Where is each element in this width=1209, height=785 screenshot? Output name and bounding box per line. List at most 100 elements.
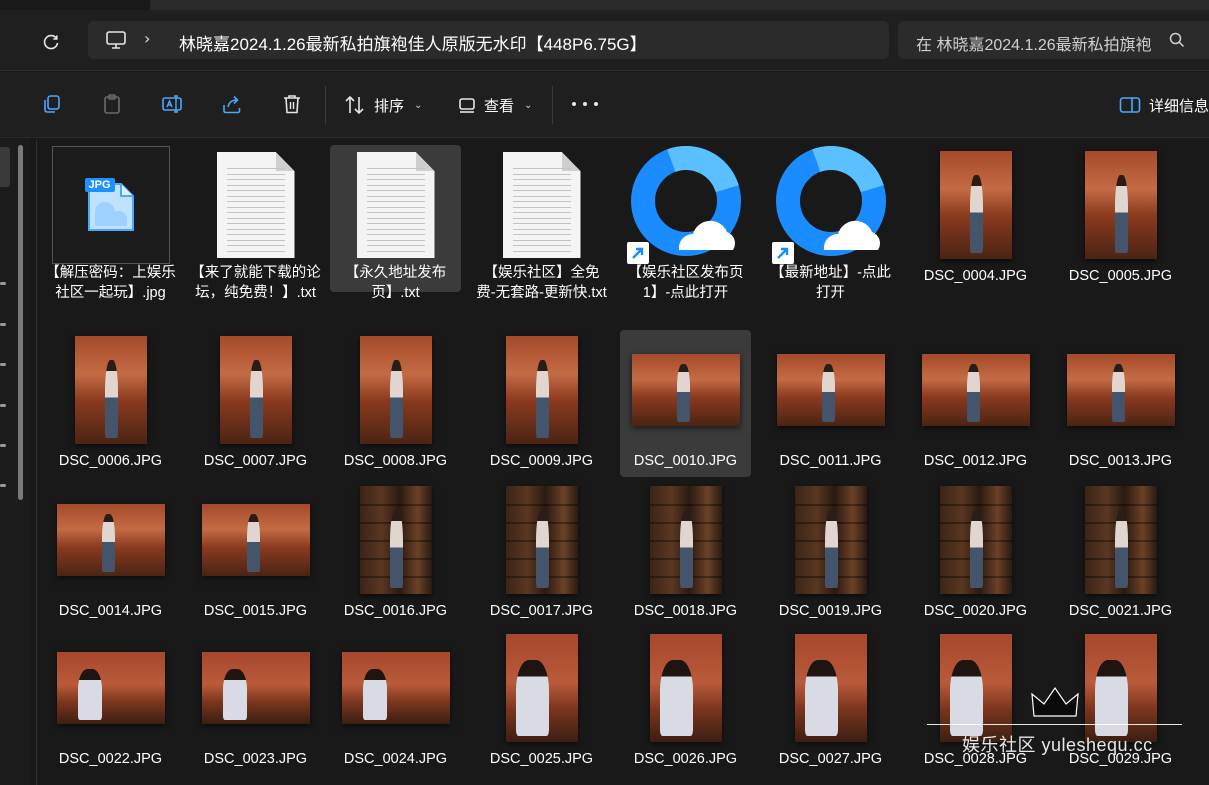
file-item[interactable]: DSC_0004.JPG bbox=[910, 145, 1041, 292]
search-placeholder: 在 林晓嘉2024.1.26最新私拍旗袍 bbox=[916, 37, 1152, 54]
file-thumbnail[interactable] bbox=[910, 145, 1041, 265]
file-item[interactable]: DSC_0026.JPG bbox=[620, 628, 751, 775]
title-strip bbox=[150, 0, 1209, 10]
delete-button[interactable] bbox=[280, 92, 304, 116]
text-file-icon bbox=[502, 152, 581, 258]
file-thumbnail[interactable] bbox=[190, 628, 321, 748]
text-line bbox=[512, 184, 571, 186]
file-item[interactable]: 【娱乐社区发布页1】-点此打开 bbox=[620, 145, 751, 301]
file-thumbnail[interactable] bbox=[45, 628, 176, 748]
details-pane-button[interactable]: 详细信息 bbox=[1119, 93, 1209, 117]
file-thumbnail[interactable] bbox=[910, 480, 1041, 600]
file-thumbnail[interactable] bbox=[1055, 330, 1186, 450]
chevron-right-icon[interactable]: › bbox=[144, 29, 150, 48]
file-item[interactable]: DSC_0007.JPG bbox=[190, 330, 321, 477]
file-thumbnail[interactable] bbox=[765, 628, 896, 748]
breadcrumb[interactable]: 林晓嘉2024.1.26最新私拍旗袍佳人原版无水印【448P6.75G】 bbox=[179, 30, 647, 55]
file-item[interactable]: DSC_0024.JPG bbox=[330, 628, 461, 775]
file-item[interactable]: DSC_0011.JPG bbox=[765, 330, 896, 477]
paste-button[interactable] bbox=[100, 92, 124, 116]
copy-button[interactable] bbox=[40, 92, 64, 116]
file-item[interactable]: DSC_0006.JPG bbox=[45, 330, 176, 477]
sort-button[interactable]: 排序 ⌄ bbox=[344, 93, 422, 117]
file-item[interactable]: 【娱乐社区】全免费-无套路-更新快.txt bbox=[476, 145, 607, 301]
share-button[interactable] bbox=[220, 92, 244, 116]
file-item[interactable]: 【最新地址】-点此打开 bbox=[765, 145, 896, 301]
figure-shape bbox=[246, 514, 260, 572]
file-item[interactable]: DSC_0012.JPG bbox=[910, 330, 1041, 477]
text-file-icon bbox=[216, 152, 295, 258]
file-item[interactable]: DSC_0018.JPG bbox=[620, 480, 751, 627]
file-item[interactable]: 【来了就能下载的论坛，纯免费！】.txt bbox=[190, 145, 321, 301]
file-thumbnail[interactable] bbox=[190, 480, 321, 600]
file-thumbnail[interactable] bbox=[620, 480, 751, 600]
text-line bbox=[366, 168, 425, 169]
file-item[interactable]: DSC_0014.JPG bbox=[45, 480, 176, 627]
file-item[interactable]: DSC_0020.JPG bbox=[910, 480, 1041, 627]
file-thumbnail[interactable] bbox=[330, 628, 461, 748]
file-item[interactable]: DSC_0010.JPG bbox=[620, 330, 751, 477]
text-line bbox=[226, 173, 285, 175]
file-item[interactable]: DSC_0017.JPG bbox=[476, 480, 607, 627]
file-item[interactable]: 【永久地址发布页】.txt bbox=[330, 145, 461, 301]
file-item[interactable]: DSC_0023.JPG bbox=[190, 628, 321, 775]
file-thumbnail[interactable] bbox=[1055, 145, 1186, 265]
jpg-file-icon: JPG bbox=[51, 146, 170, 264]
file-item[interactable]: DSC_0016.JPG bbox=[330, 480, 461, 627]
thumbnail-image bbox=[1066, 354, 1175, 426]
file-thumbnail[interactable] bbox=[190, 330, 321, 450]
file-item[interactable]: DSC_0015.JPG bbox=[190, 480, 321, 627]
file-thumbnail[interactable] bbox=[765, 330, 896, 450]
file-thumbnail[interactable]: JPG bbox=[45, 145, 176, 265]
file-thumbnail[interactable] bbox=[190, 145, 321, 265]
file-thumbnail[interactable] bbox=[476, 145, 607, 265]
file-thumbnail[interactable] bbox=[910, 330, 1041, 450]
file-item[interactable]: DSC_0009.JPG bbox=[476, 330, 607, 477]
file-item[interactable]: DSC_0025.JPG bbox=[476, 628, 607, 775]
view-button[interactable]: 查看 ⌄ bbox=[458, 93, 532, 117]
file-thumbnail[interactable] bbox=[620, 145, 751, 265]
search-input[interactable]: 在 林晓嘉2024.1.26最新私拍旗袍 bbox=[898, 21, 1209, 59]
file-item[interactable]: DSC_0013.JPG bbox=[1055, 330, 1186, 477]
more-icon bbox=[583, 102, 587, 106]
text-line bbox=[366, 223, 425, 224]
file-thumbnail[interactable] bbox=[330, 480, 461, 600]
figure-shape bbox=[535, 359, 549, 438]
file-name: DSC_0012.JPG bbox=[923, 453, 1028, 469]
text-line bbox=[226, 179, 285, 180]
file-thumbnail[interactable] bbox=[45, 330, 176, 450]
more-options-button[interactable] bbox=[572, 92, 598, 116]
text-line bbox=[366, 173, 425, 175]
file-item[interactable]: DSC_0008.JPG bbox=[330, 330, 461, 477]
file-item[interactable]: JPG 【解压密码：上娱乐社区一起玩】.jpg bbox=[45, 145, 176, 301]
address-path-box[interactable]: › 林晓嘉2024.1.26最新私拍旗袍佳人原版无水印【448P6.75G】 bbox=[88, 21, 889, 59]
file-thumbnail[interactable] bbox=[1055, 480, 1186, 600]
file-thumbnail[interactable] bbox=[330, 145, 461, 265]
file-name: 【娱乐社区发布页1】-点此打开 bbox=[627, 265, 744, 301]
thumbnail-image bbox=[921, 354, 1030, 426]
text-line bbox=[366, 217, 425, 219]
file-thumbnail[interactable] bbox=[620, 330, 751, 450]
text-line bbox=[226, 201, 285, 202]
file-thumbnail[interactable] bbox=[765, 480, 896, 600]
refresh-button[interactable] bbox=[38, 30, 64, 56]
file-item[interactable]: DSC_0022.JPG bbox=[45, 628, 176, 775]
file-item[interactable]: DSC_0019.JPG bbox=[765, 480, 896, 627]
browser-shortcut-icon bbox=[771, 146, 890, 264]
figure-shape bbox=[1114, 509, 1128, 588]
thumbnail-image bbox=[74, 336, 147, 444]
file-thumbnail[interactable] bbox=[476, 330, 607, 450]
file-thumbnail[interactable] bbox=[45, 480, 176, 600]
file-thumbnail[interactable] bbox=[476, 628, 607, 748]
file-thumbnail[interactable] bbox=[765, 145, 896, 265]
file-item[interactable]: DSC_0027.JPG bbox=[765, 628, 896, 775]
rename-button[interactable] bbox=[160, 92, 184, 116]
details-label: 详细信息 bbox=[1149, 97, 1209, 115]
file-thumbnail[interactable] bbox=[330, 330, 461, 450]
file-name: DSC_0018.JPG bbox=[633, 603, 738, 619]
file-item[interactable]: DSC_0021.JPG bbox=[1055, 480, 1186, 627]
file-thumbnail[interactable] bbox=[620, 628, 751, 748]
file-thumbnail[interactable] bbox=[476, 480, 607, 600]
thumbnail-image bbox=[939, 486, 1012, 594]
file-item[interactable]: DSC_0005.JPG bbox=[1055, 145, 1186, 292]
